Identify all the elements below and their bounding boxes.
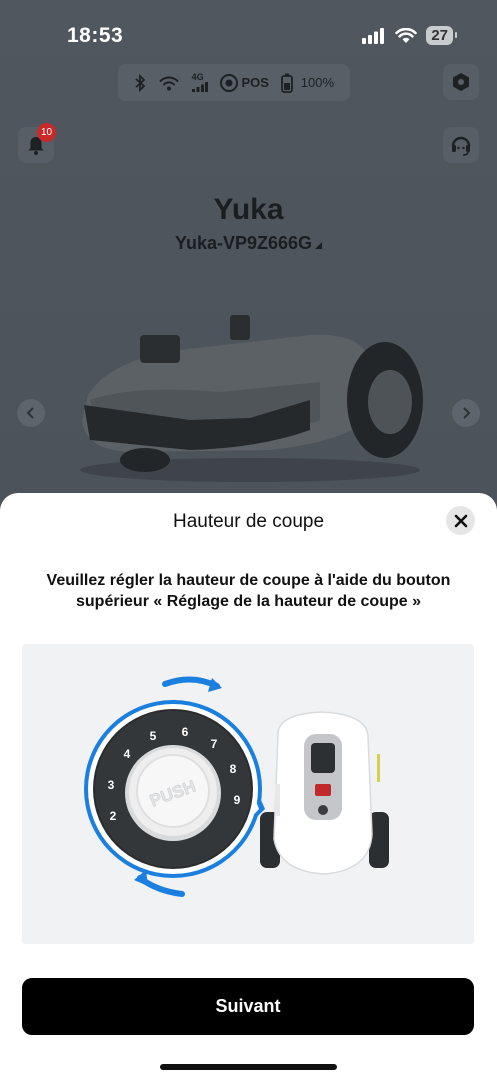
device-name: Yuka xyxy=(213,193,284,226)
device-model-selector[interactable]: Yuka-VP9Z666G xyxy=(0,233,497,254)
cutting-height-sheet: Hauteur de coupe Veuillez régler la haut… xyxy=(0,493,497,1080)
rtk-pos-icon: POS xyxy=(219,73,269,93)
dial-number-5: 5 xyxy=(150,729,157,743)
customer-support-button[interactable] xyxy=(443,127,479,163)
close-icon xyxy=(454,514,467,527)
robot-status-bar[interactable]: 4G POS 100% xyxy=(118,64,350,101)
close-button[interactable] xyxy=(446,506,475,535)
rotation-arrow-top xyxy=(162,676,220,689)
cutting-height-illustration: PUSH 2 3 4 5 6 7 8 9 xyxy=(22,644,474,944)
robot-wifi-icon xyxy=(158,75,180,91)
notification-badge: 10 xyxy=(37,123,56,142)
sheet-title: Hauteur de coupe xyxy=(172,511,325,532)
chevron-left-icon xyxy=(26,407,34,419)
bluetooth-icon xyxy=(134,73,146,92)
status-icons: 27 xyxy=(362,26,457,45)
dial-number-7: 7 xyxy=(211,737,218,751)
hexagon-settings-icon xyxy=(453,73,469,91)
home-indicator xyxy=(160,1064,337,1070)
dial-number-9: 9 xyxy=(234,793,241,807)
robot-battery-icon: 100% xyxy=(280,73,335,93)
settings-button[interactable] xyxy=(443,64,479,100)
battery-icon: 27 xyxy=(426,26,457,45)
dial-number-2: 2 xyxy=(110,809,117,823)
status-bar: 18:53 27 xyxy=(0,0,497,60)
network-label: 4G xyxy=(191,72,204,82)
mower-top-view xyxy=(260,711,389,875)
headset-icon xyxy=(451,136,471,156)
dial-number-8: 8 xyxy=(230,762,237,776)
cellular-icon: 4G xyxy=(191,72,208,92)
status-time: 18:53 xyxy=(67,24,124,47)
next-button[interactable]: Suivant xyxy=(22,978,474,1035)
chevron-right-icon xyxy=(463,407,471,419)
wifi-icon xyxy=(395,27,418,43)
mower-image xyxy=(80,315,423,482)
signal-icon xyxy=(362,27,385,44)
instruction-text: Veuillez régler la hauteur de coupe à l'… xyxy=(46,572,451,610)
dial-number-4: 4 xyxy=(124,747,131,761)
pos-label: POS xyxy=(241,75,269,90)
robot-battery-label: 100% xyxy=(300,75,335,90)
dial-number-6: 6 xyxy=(182,725,189,739)
previous-device-button[interactable] xyxy=(17,399,45,427)
next-device-button[interactable] xyxy=(452,399,480,427)
device-model: Yuka-VP9Z666G xyxy=(174,233,313,253)
caret-icon xyxy=(315,242,323,249)
notifications-button[interactable]: 10 xyxy=(18,123,56,163)
dial-number-3: 3 xyxy=(108,778,115,792)
